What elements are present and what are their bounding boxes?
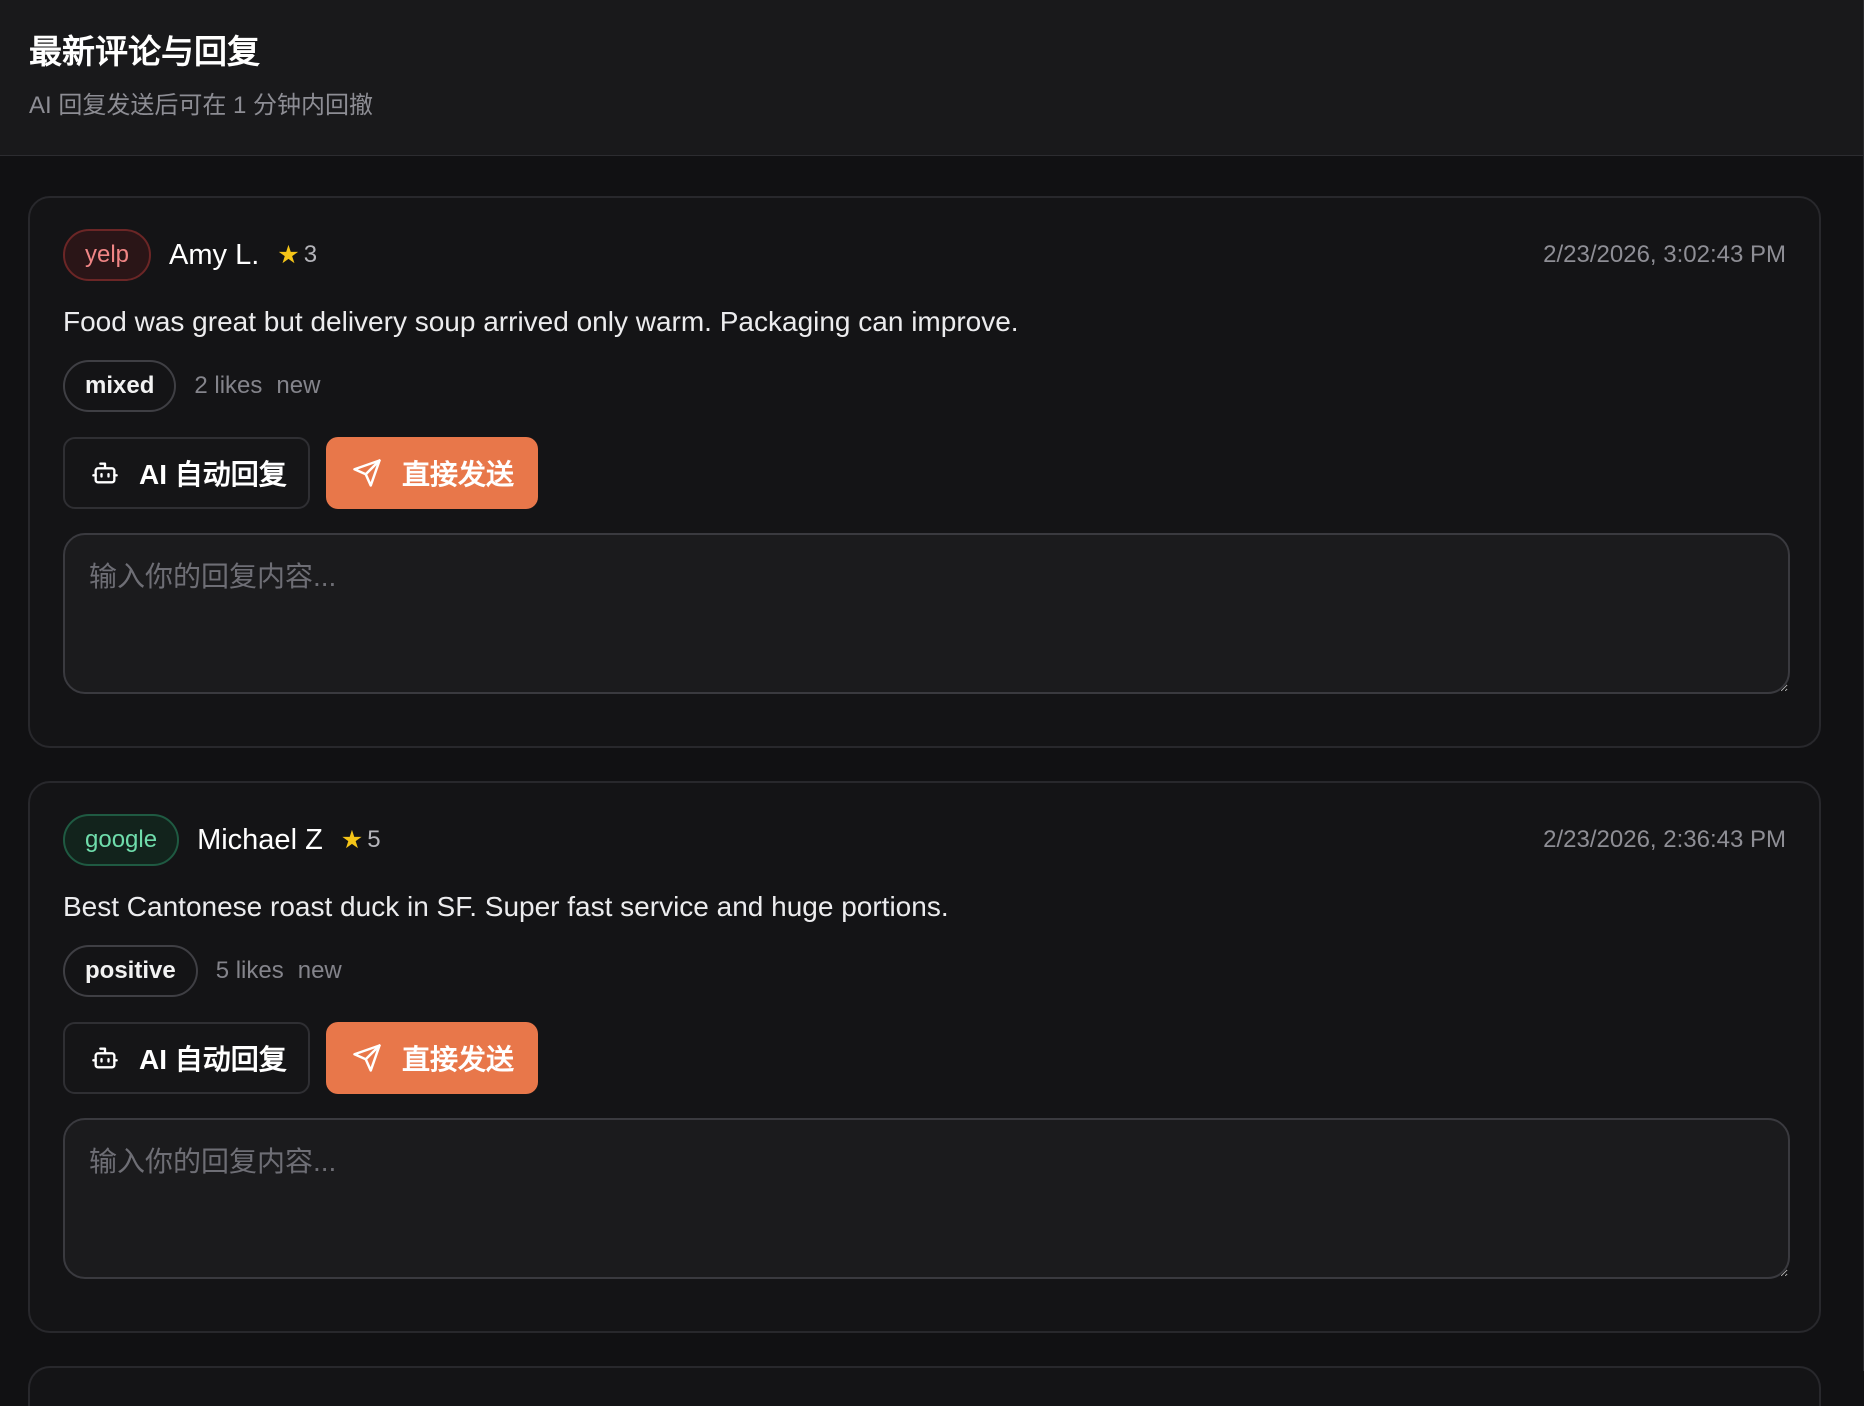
review-author: Michael Z: [197, 823, 323, 856]
send-button[interactable]: 直接发送: [326, 437, 538, 510]
page-subtitle: AI 回复发送后可在 1 分钟内回撤: [29, 91, 374, 119]
review-author: Amy L.: [169, 238, 260, 271]
review-date: 2/23/2026, 2:36:43 PM: [1543, 826, 1786, 853]
sentiment-badge: positive: [63, 945, 198, 998]
review-actions: AI 自动回复 直接发送: [63, 437, 1786, 510]
review-text: Best Cantonese roast duck in SF. Super f…: [63, 891, 949, 922]
review-card: google Michael Z ★ 5 2/23/2026, 2:36:43 …: [28, 781, 1821, 1333]
sentiment-badge: mixed: [63, 360, 177, 413]
platform-badge: google: [63, 814, 180, 866]
reply-input[interactable]: [63, 1118, 1790, 1280]
review-date: 2/23/2026, 3:02:43 PM: [1543, 241, 1786, 268]
review-card-partial: [28, 1366, 1821, 1406]
send-icon: [352, 1043, 382, 1073]
rating-value: 3: [303, 241, 318, 268]
likes-count: 5 likes: [215, 957, 284, 985]
review-meta: mixed 2 likes new: [63, 360, 1786, 413]
review-header: google Michael Z ★ 5 2/23/2026, 2:36:43 …: [63, 814, 1786, 866]
ai-reply-label: AI 自动回复: [139, 459, 287, 491]
platform-badge: yelp: [63, 229, 152, 281]
rating-value: 5: [367, 826, 381, 853]
review-card: yelp Amy L. ★ 3 2/23/2026, 3:02:43 PM Fo…: [28, 196, 1821, 748]
status-label: new: [297, 957, 342, 985]
ai-reply-label: AI 自动回复: [139, 1044, 287, 1076]
ai-reply-button[interactable]: AI 自动回复: [63, 1022, 310, 1095]
review-actions: AI 自动回复 直接发送: [63, 1022, 1786, 1095]
send-label: 直接发送: [402, 1044, 515, 1076]
reviews-panel: 最新评论与回复 AI 回复发送后可在 1 分钟内回撤 yelp Amy L. ★…: [0, 0, 1864, 1406]
robot-icon: [91, 459, 119, 487]
robot-icon: [91, 1044, 119, 1072]
review-list: yelp Amy L. ★ 3 2/23/2026, 3:02:43 PM Fo…: [0, 156, 1863, 1406]
star-icon: ★: [277, 241, 300, 269]
panel-header: 最新评论与回复 AI 回复发送后可在 1 分钟内回撤: [0, 0, 1863, 156]
review-text: Food was great but delivery soup arrived…: [63, 306, 1019, 337]
likes-count: 2 likes: [194, 372, 263, 400]
ai-reply-button[interactable]: AI 自动回复: [63, 437, 310, 510]
review-header: yelp Amy L. ★ 3 2/23/2026, 3:02:43 PM: [63, 229, 1786, 281]
star-icon: ★: [340, 826, 364, 854]
reply-input[interactable]: [63, 533, 1790, 695]
review-meta: positive 5 likes new: [63, 945, 1786, 998]
status-label: new: [276, 372, 321, 400]
send-icon: [352, 458, 382, 488]
send-button[interactable]: 直接发送: [326, 1022, 538, 1095]
send-label: 直接发送: [402, 459, 515, 491]
page-title: 最新评论与回复: [29, 33, 260, 70]
